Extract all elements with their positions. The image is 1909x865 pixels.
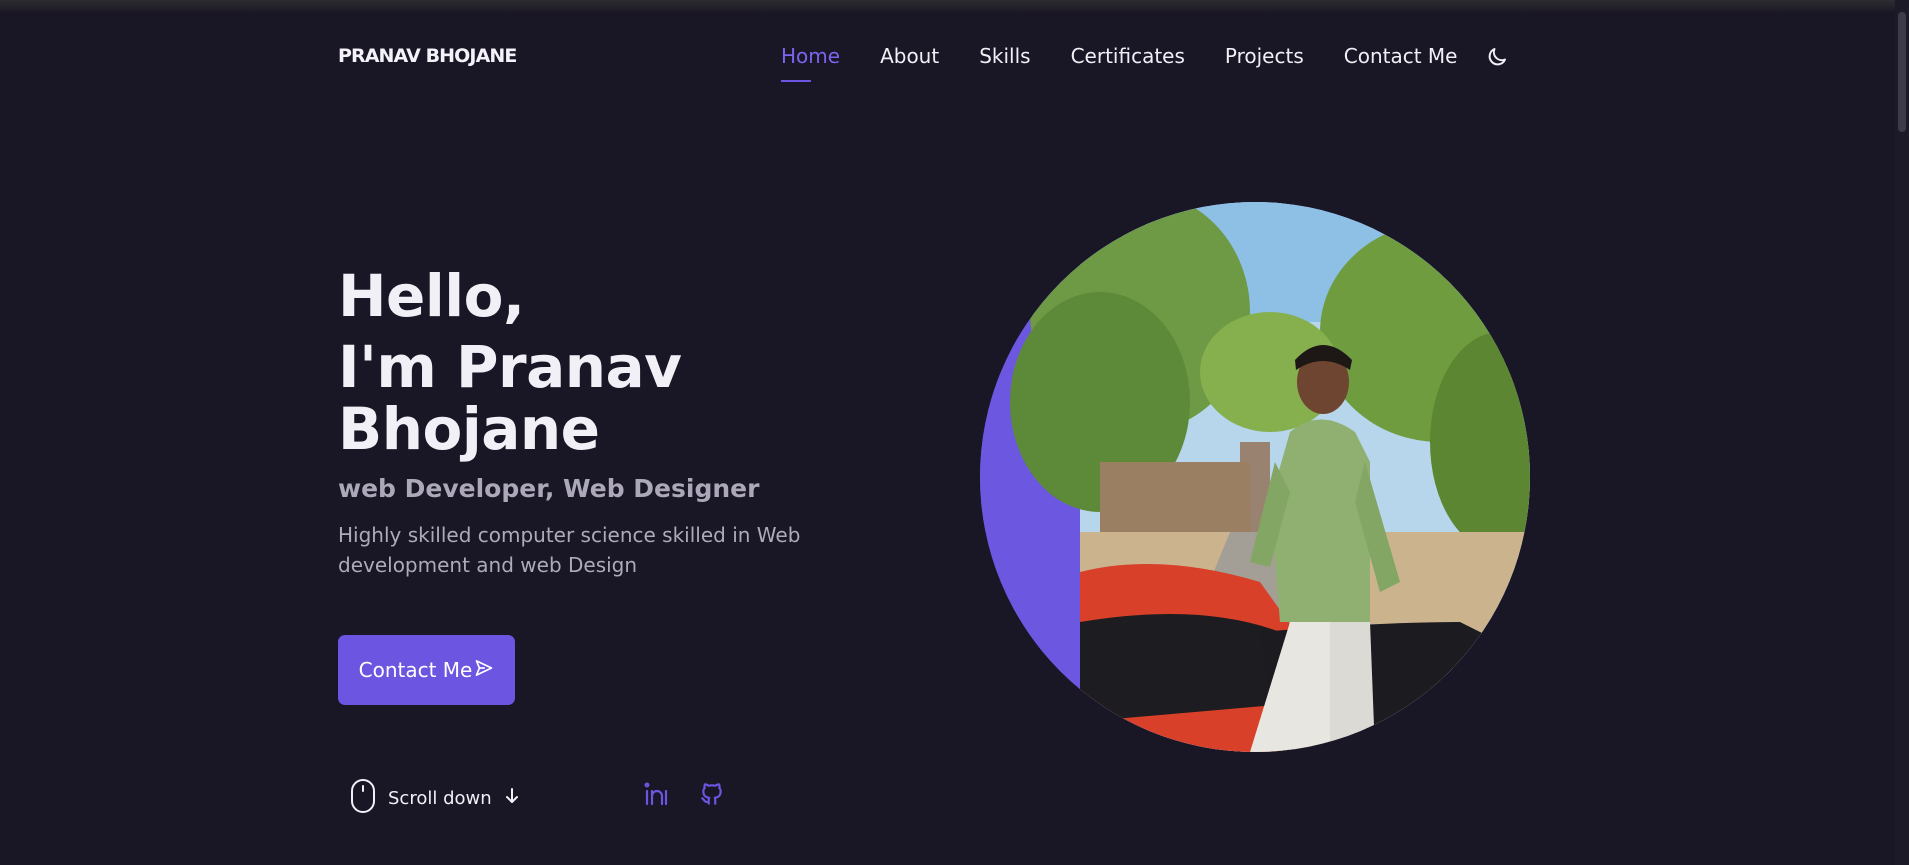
browser-top-edge bbox=[0, 0, 1909, 14]
moon-icon[interactable] bbox=[1485, 45, 1509, 69]
scroll-down-link[interactable]: Scroll down bbox=[350, 778, 520, 818]
page-scrollbar[interactable] bbox=[1895, 0, 1909, 865]
hero-greeting: Hello, bbox=[338, 262, 525, 330]
arrow-down-icon bbox=[504, 787, 520, 809]
linkedin-icon[interactable] bbox=[643, 781, 669, 811]
mouse-icon bbox=[350, 778, 376, 818]
nav-contact[interactable]: Contact Me bbox=[1344, 44, 1458, 82]
contact-me-label: Contact Me bbox=[358, 658, 473, 682]
profile-photo bbox=[980, 202, 1530, 752]
hero-description: Highly skilled computer science skilled … bbox=[338, 523, 801, 577]
main-nav: Home About Skills Certificates Projects … bbox=[781, 44, 1497, 84]
nav-certificates[interactable]: Certificates bbox=[1071, 44, 1185, 82]
hero-role: web Developer, Web Designer bbox=[338, 474, 760, 503]
scroll-down-label: Scroll down bbox=[388, 787, 492, 809]
nav-projects[interactable]: Projects bbox=[1225, 44, 1304, 82]
github-icon[interactable] bbox=[699, 781, 725, 811]
send-icon bbox=[474, 658, 494, 683]
site-logo[interactable]: PRANAV BHOJANE bbox=[338, 45, 517, 67]
scrollbar-thumb[interactable] bbox=[1898, 12, 1906, 132]
nav-home[interactable]: Home bbox=[781, 44, 840, 82]
hero-section: Hello, I'm Pranav Bhojane web Developer,… bbox=[338, 258, 898, 580]
nav-skills[interactable]: Skills bbox=[979, 44, 1030, 82]
nav-about[interactable]: About bbox=[880, 44, 939, 82]
contact-me-button[interactable]: Contact Me bbox=[338, 635, 515, 705]
hero-name: I'm Pranav Bhojane bbox=[338, 333, 682, 463]
